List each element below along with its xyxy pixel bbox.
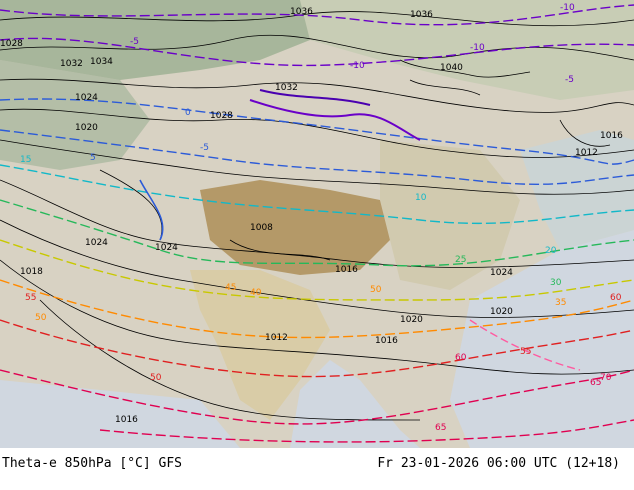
contour-label: -5 [565,75,574,85]
contour-label: 1032 [60,59,83,69]
contour-label: 70 [600,373,612,383]
contour-label: -10 [470,43,485,53]
contour-label: 1024 [85,238,108,248]
contour-label: 1032 [275,83,298,93]
contour-label: 1024 [490,268,513,278]
contour-label: 35 [555,298,566,308]
contour-label: 1020 [400,315,423,325]
contour-label: 1020 [490,307,513,317]
contour-label: 1036 [290,7,313,17]
contour-label: 1016 [600,131,623,141]
contour-label: -10 [560,3,575,13]
contour-label: 1020 [75,123,98,133]
contour-label: 1016 [115,415,138,425]
contour-label: 55 [25,293,36,303]
contour-label: 1036 [410,10,433,20]
contour-label: 1016 [375,336,398,346]
contour-label: 1040 [440,63,463,73]
weather-map: 1036 1036 1032 1028 1024 1020 1016 1040 1032 1012… [0,0,634,448]
contour-label: 1028 [210,111,233,121]
contour-label: 50 [35,313,47,323]
contour-label: 50 [150,373,162,383]
contour-label: 15 [20,155,31,165]
contour-label: 1034 [90,57,113,67]
contour-label: -10 [350,61,365,71]
contour-label: 1012 [265,333,288,343]
contour-label: -5 [130,37,139,47]
contour-label: 1024 [75,93,98,103]
contour-label: 50 [370,285,382,295]
contour-label: -5 [200,143,209,153]
contour-label: 5 [90,153,96,163]
map-title: Theta-e 850hPa [°C] GFS [2,456,183,471]
contour-label: 1016 [335,265,358,275]
map-canvas: 1036 103610321028102410201016104010321012… [0,0,634,448]
contour-label: 25 [455,255,466,265]
contour-label: 10 [415,193,427,203]
contour-label: 0 [185,108,191,118]
contour-label: 45 [225,283,236,293]
contour-label: 65 [435,423,446,433]
footer-bar: Theta-e 850hPa [°C] GFS Fr 23-01-2026 06… [0,448,634,490]
contour-label: 60 [610,293,622,303]
contour-label: 55 [520,347,531,357]
contour-label: 30 [550,278,562,288]
valid-time: Fr 23-01-2026 06:00 UTC (12+18) [377,456,620,471]
contour-label: 20 [545,246,557,256]
contour-label: 1012 [575,148,598,158]
contour-label: 1024 [155,243,178,253]
contour-label: 40 [250,288,262,298]
contour-label: 60 [455,353,467,363]
contour-label: 1028 [0,39,23,49]
contour-label: 1018 [20,267,43,277]
contour-label: 1008 [250,223,273,233]
